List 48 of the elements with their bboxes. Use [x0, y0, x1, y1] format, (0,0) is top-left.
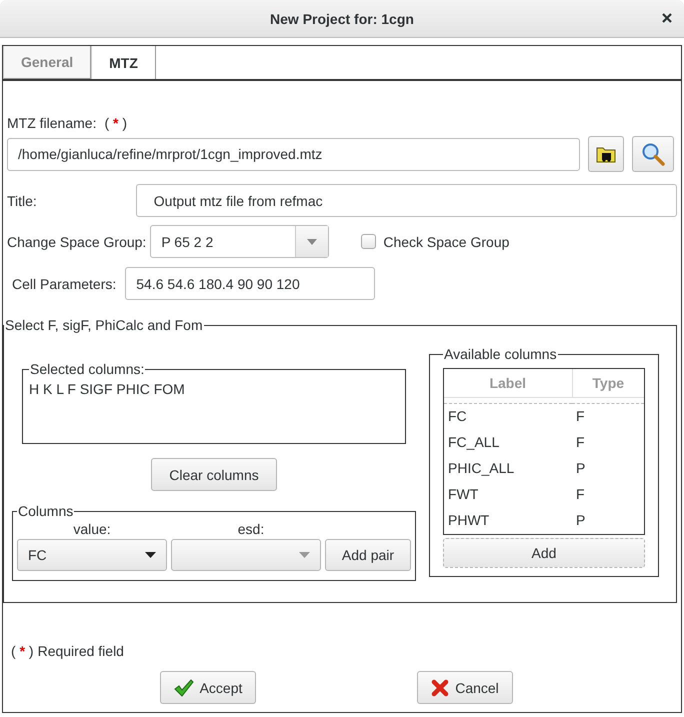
folder-icon — [596, 145, 616, 163]
caret-icon — [145, 552, 156, 558]
search-button[interactable] — [632, 136, 674, 172]
table-cell-text: FC_ALL — [447, 433, 500, 452]
accept-button[interactable]: Accept — [160, 671, 256, 704]
frame-title: Available columns — [443, 346, 558, 362]
field-label: MTZ filename: — [7, 115, 96, 131]
title-field[interactable]: Output mtz file from refmac — [136, 184, 677, 217]
table-cell: F — [572, 403, 644, 429]
add-pair-button[interactable]: Add pair — [325, 539, 411, 571]
add-button[interactable]: Add — [443, 538, 645, 568]
field-label: Title: — [7, 192, 38, 208]
filename-field[interactable]: /home/gianluca/refine/mrprot/1cgn_improved.mtz — [7, 138, 580, 170]
cell-parameters-field[interactable]: 54.6 54.6 180.4 90 90 120 — [125, 267, 376, 300]
table-cell-text: PHWT — [447, 511, 490, 530]
table-cell-text: FWT — [447, 485, 480, 504]
required-note: Required field — [38, 643, 124, 659]
table-cell-text: PHIC_ALL — [447, 459, 516, 478]
table-cell-text: F — [575, 433, 586, 452]
value-dropdown[interactable]: FC — [17, 539, 167, 571]
search-icon — [641, 142, 665, 166]
table-cell-text: P — [575, 459, 586, 478]
frame-title: Columns — [17, 503, 74, 519]
selected-columns-text: H K L F SIGF PHIC FOM — [29, 381, 185, 397]
frame-title: Selected columns: — [29, 361, 146, 377]
required-marker: ( * ) — [104, 115, 128, 131]
required-marker: ( * ) — [11, 643, 34, 659]
value-label: value: — [72, 521, 112, 537]
browse-button[interactable] — [588, 136, 624, 172]
table-cell-text: P — [575, 511, 586, 530]
clear-columns-button[interactable]: Clear columns — [151, 458, 277, 491]
space-group-combo[interactable]: P 65 2 2 — [150, 225, 330, 258]
window-title: New Project for: 1cgn — [270, 10, 414, 26]
checkbox[interactable] — [361, 234, 376, 249]
frame-title: Select F, sigF, PhiCalc and Fom — [4, 317, 204, 333]
tab[interactable]: MTZ — [91, 46, 156, 79]
cancel-button[interactable]: Cancel — [417, 671, 513, 704]
caret-icon — [307, 238, 318, 244]
cancel-icon — [431, 678, 450, 696]
caret-icon — [299, 552, 310, 558]
check-icon — [174, 678, 194, 696]
field-label: Change Space Group: — [7, 234, 146, 250]
checkbox-label: Check Space Group — [383, 234, 510, 250]
table-cell-text: F — [575, 485, 586, 504]
close-icon[interactable] — [660, 11, 674, 25]
field-label: Cell Parameters: — [12, 276, 116, 292]
esd-label: esd: — [236, 521, 266, 537]
table-cell: FC — [444, 403, 572, 429]
